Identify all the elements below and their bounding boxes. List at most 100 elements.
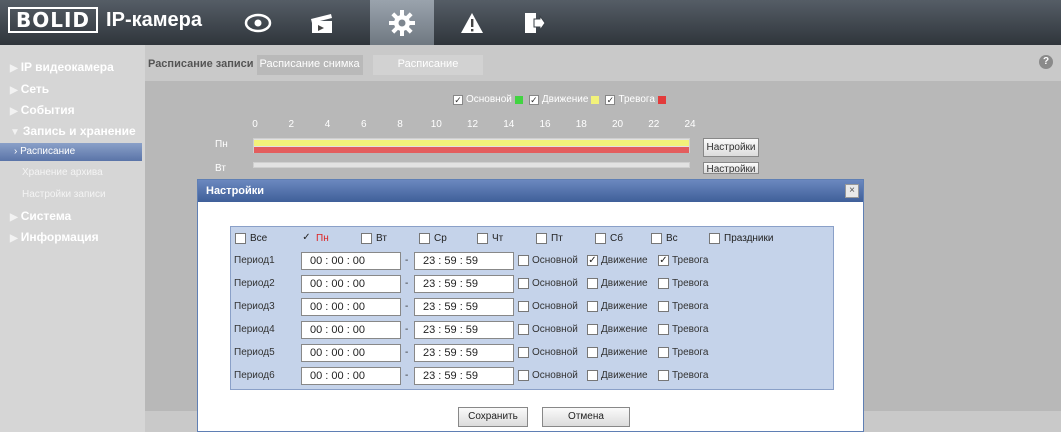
alarm-checkbox[interactable]: Тревога	[658, 301, 708, 312]
sidebar-item-camera[interactable]: ▶ IP видеокамера	[10, 60, 114, 74]
start-time-input[interactable]: 00 : 00 : 00	[301, 252, 401, 270]
sidebar-item-storage[interactable]: ▼ Запись и хранение	[10, 124, 136, 138]
checkbox-icon[interactable]	[587, 324, 598, 335]
checkbox-icon[interactable]	[361, 233, 372, 244]
warning-icon[interactable]	[440, 0, 504, 45]
cancel-button[interactable]: Отмена	[542, 407, 630, 427]
settings-button-mon[interactable]: Настройки	[703, 138, 759, 157]
gear-icon[interactable]	[370, 0, 434, 45]
checkbox-icon[interactable]	[518, 370, 529, 381]
hour-tick: 20	[611, 119, 624, 130]
help-icon[interactable]: ?	[1039, 55, 1053, 69]
checkbox-icon[interactable]	[536, 233, 547, 244]
checkbox-icon[interactable]	[518, 301, 529, 312]
alarm-checkbox[interactable]: Тревога	[658, 278, 708, 289]
end-time-input[interactable]: 23 : 59 : 59	[414, 367, 514, 385]
end-time-input[interactable]: 23 : 59 : 59	[414, 344, 514, 362]
start-time-input[interactable]: 00 : 00 : 00	[301, 321, 401, 339]
save-button[interactable]: Сохранить	[458, 407, 528, 427]
checkbox-icon[interactable]	[595, 233, 606, 244]
main-checkbox[interactable]: Основной	[518, 370, 578, 381]
main-checkbox[interactable]: Основной	[518, 255, 578, 266]
checkbox-icon[interactable]: ✓	[587, 255, 598, 266]
motion-checkbox[interactable]: Движение	[587, 347, 648, 358]
legend-main[interactable]: ✓ Основной	[453, 94, 523, 105]
day-checkbox[interactable]: Праздники	[709, 233, 773, 244]
alarm-checkbox[interactable]: ✓ Тревога	[658, 255, 708, 266]
sidebar-item-archive[interactable]: Хранение архива	[0, 164, 142, 182]
checkbox-icon[interactable]	[419, 233, 430, 244]
checkbox-icon[interactable]	[477, 233, 488, 244]
checkbox-icon[interactable]	[518, 278, 529, 289]
checkbox-icon[interactable]	[587, 370, 598, 381]
checkbox-icon[interactable]	[658, 301, 669, 312]
checkbox-icon[interactable]	[658, 347, 669, 358]
checkbox-icon[interactable]	[651, 233, 662, 244]
main-checkbox[interactable]: Основной	[518, 301, 578, 312]
start-time-input[interactable]: 00 : 00 : 00	[301, 344, 401, 362]
tab-schedule[interactable]: Расписание	[372, 55, 484, 75]
checkbox-icon[interactable]: ✓	[453, 94, 463, 105]
day-checkbox[interactable]: Все	[235, 233, 267, 244]
period-label: Период6	[234, 370, 275, 381]
day-label: Сб	[610, 233, 623, 244]
checkbox-icon[interactable]: ✓	[528, 94, 539, 105]
checkbox-icon[interactable]: ✓	[301, 233, 312, 244]
sidebar-item-record-settings[interactable]: Настройки записи	[0, 186, 142, 204]
checkbox-icon[interactable]	[518, 347, 529, 358]
checkbox-icon[interactable]: ✓	[605, 94, 616, 105]
alarm-checkbox[interactable]: Тревога	[658, 370, 708, 381]
day-checkbox[interactable]: Пт	[536, 233, 563, 244]
day-checkbox[interactable]: Вт	[361, 233, 387, 244]
alarm-checkbox[interactable]: Тревога	[658, 324, 708, 335]
start-time-input[interactable]: 00 : 00 : 00	[301, 367, 401, 385]
checkbox-icon[interactable]	[658, 278, 669, 289]
end-time-input[interactable]: 23 : 59 : 59	[414, 252, 514, 270]
eye-icon[interactable]	[226, 0, 290, 45]
sidebar-item-info[interactable]: ▶ Информация	[10, 230, 99, 244]
schedule-bar-tue[interactable]	[253, 162, 690, 168]
tab-record-schedule[interactable]: Расписание записи	[145, 55, 257, 75]
main-checkbox[interactable]: Основной	[518, 324, 578, 335]
checkbox-icon[interactable]	[587, 301, 598, 312]
start-time-input[interactable]: 00 : 00 : 00	[301, 275, 401, 293]
checkbox-icon[interactable]	[658, 370, 669, 381]
main-checkbox[interactable]: Основной	[518, 347, 578, 358]
day-checkbox[interactable]: ✓ Пн	[301, 233, 328, 245]
sidebar-item-network[interactable]: ▶ Сеть	[10, 82, 49, 96]
checkbox-icon[interactable]	[518, 324, 529, 335]
checkbox-icon[interactable]	[518, 255, 529, 266]
close-icon[interactable]: ×	[845, 184, 859, 198]
schedule-bar-mon[interactable]	[253, 138, 690, 153]
end-time-input[interactable]: 23 : 59 : 59	[414, 298, 514, 316]
checkbox-icon[interactable]: ✓	[658, 255, 669, 266]
checkbox-icon[interactable]	[235, 233, 246, 244]
motion-checkbox[interactable]: Движение	[587, 278, 648, 289]
tab-snapshot-schedule[interactable]: Расписание снимка	[256, 55, 363, 75]
main-checkbox[interactable]: Основной	[518, 278, 578, 289]
sidebar-item-events[interactable]: ▶ События	[10, 103, 75, 117]
end-time-input[interactable]: 23 : 59 : 59	[414, 321, 514, 339]
sidebar-item-schedule[interactable]: › Расписание	[0, 143, 142, 161]
day-checkbox[interactable]: Сб	[595, 233, 623, 244]
legend-alarm[interactable]: ✓ Тревога	[605, 94, 666, 105]
start-time-input[interactable]: 00 : 00 : 00	[301, 298, 401, 316]
logout-icon[interactable]	[502, 0, 566, 45]
settings-button-tue[interactable]: Настройки	[703, 162, 759, 174]
checkbox-icon[interactable]	[709, 233, 720, 244]
motion-checkbox[interactable]: Движение	[587, 370, 648, 381]
alarm-checkbox[interactable]: Тревога	[658, 347, 708, 358]
checkbox-icon[interactable]	[658, 324, 669, 335]
checkbox-icon[interactable]	[587, 347, 598, 358]
end-time-input[interactable]: 23 : 59 : 59	[414, 275, 514, 293]
day-checkbox[interactable]: Ср	[419, 233, 447, 244]
legend-motion[interactable]: ✓ Движение	[528, 94, 600, 105]
motion-checkbox[interactable]: ✓ Движение	[587, 255, 648, 266]
motion-checkbox[interactable]: Движение	[587, 324, 648, 335]
checkbox-icon[interactable]	[587, 278, 598, 289]
day-checkbox[interactable]: Чт	[477, 233, 503, 244]
sidebar-item-system[interactable]: ▶ Система	[10, 209, 71, 223]
clapper-icon[interactable]	[290, 0, 354, 45]
motion-checkbox[interactable]: Движение	[587, 301, 648, 312]
day-checkbox[interactable]: Вс	[651, 233, 678, 244]
